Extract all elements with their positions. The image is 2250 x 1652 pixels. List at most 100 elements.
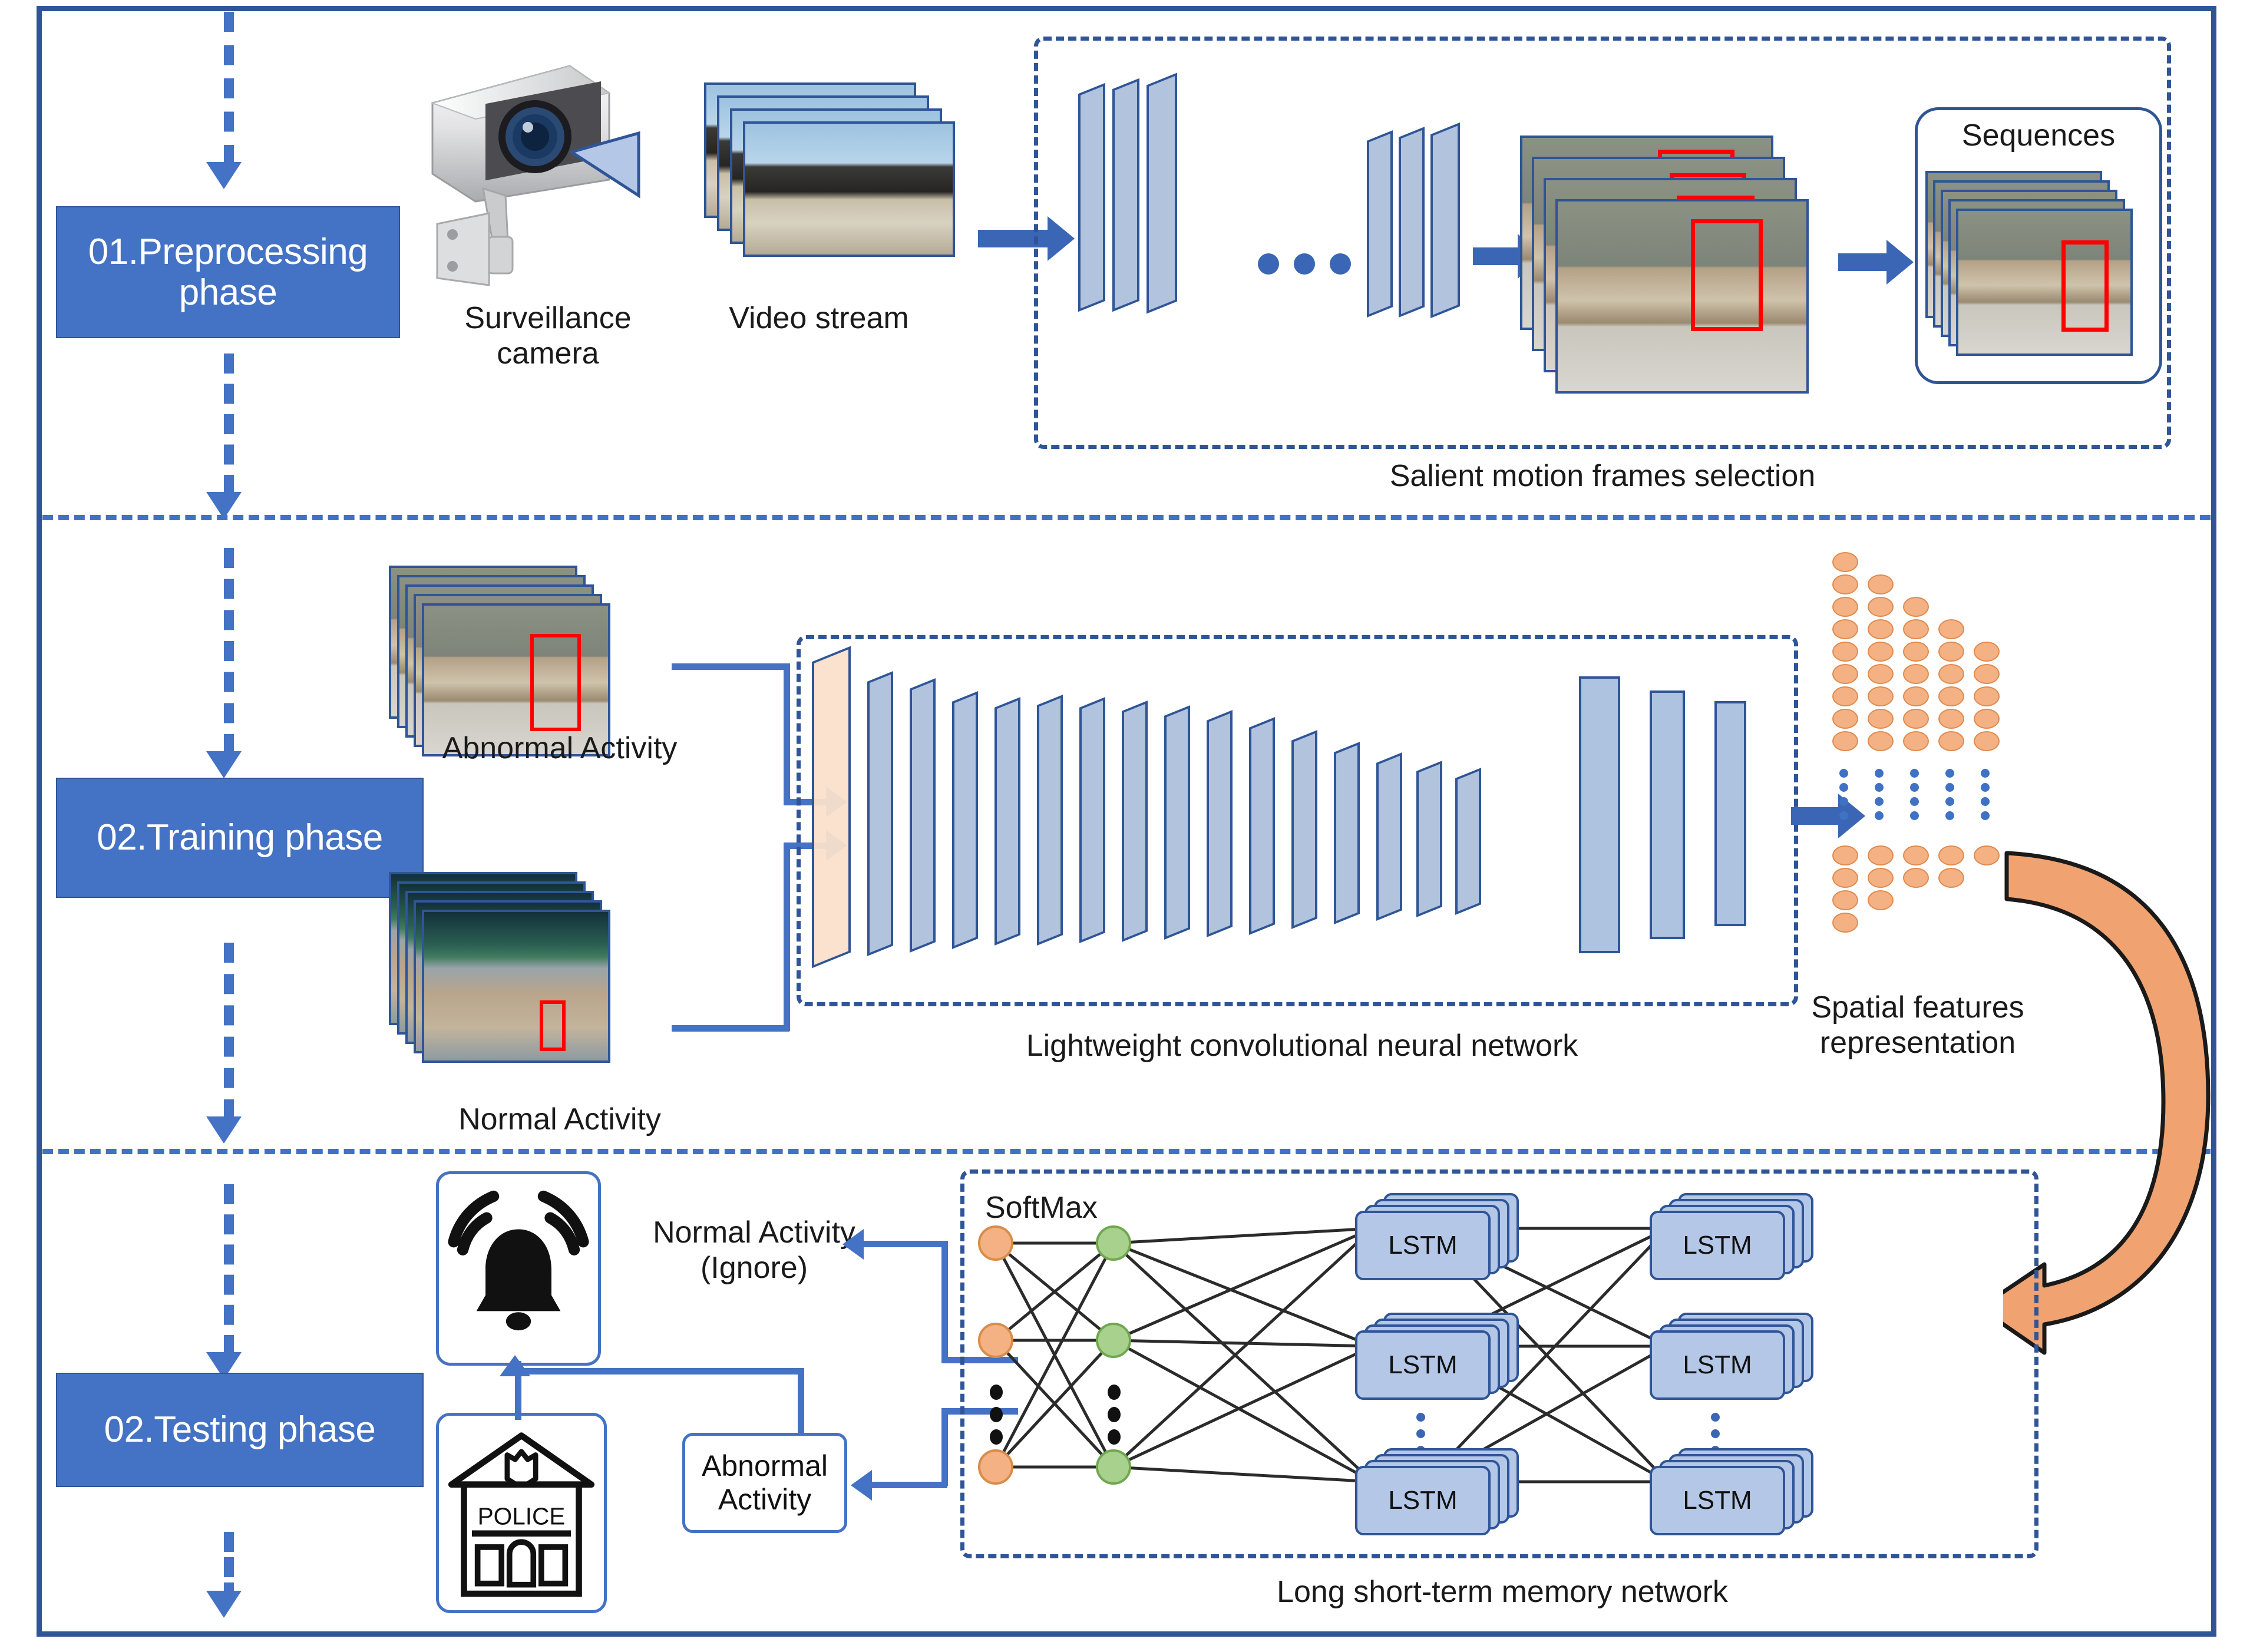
lstm-block-c1-r2[interactable]: LSTM [1355,1313,1532,1407]
feature-oval [1832,619,1858,639]
softmax-input-ellipsis-1 [990,1385,1003,1400]
ellipsis-dot-1 [1258,253,1279,275]
feature-oval [1832,552,1858,572]
fc-bar-3 [1714,701,1746,926]
feature-oval [1868,619,1894,639]
spine-segment-top [224,12,234,165]
line-normal-decision-v [941,1241,948,1363]
feature-oval [1868,890,1894,910]
lstm-block-c1-r3[interactable]: LSTM [1355,1448,1532,1542]
softmax-input-node-1 [978,1225,1013,1261]
lstm-label: LSTM [1683,1350,1752,1379]
feature-oval [1903,709,1929,729]
feature-oval [1974,709,2000,729]
arrow-to-abnormal-decision [851,1470,872,1501]
phase-label-training: 02.Training phase [97,817,383,858]
ellipsis-dot-3 [1330,253,1351,275]
feature-ellipsis-dot [1910,797,1919,806]
feature-ellipsis-dot [1875,811,1884,820]
lstm-block-c2-r1[interactable]: LSTM [1650,1193,1826,1287]
camera-caption: Surveillance camera [464,301,632,371]
softmax-input-ellipsis-3 [990,1429,1003,1445]
lstm-block-c2-r3[interactable]: LSTM [1650,1448,1826,1542]
feature-ellipsis-dot [1910,811,1919,820]
softmax-input-node-3 [978,1449,1013,1485]
feature-oval [1903,619,1929,639]
feature-oval [1974,686,2000,706]
feature-oval [1832,574,1858,594]
phase-label-testing: 02.Testing phase [104,1409,376,1451]
police-station-icon: POLICE [436,1413,607,1613]
feature-oval [1832,731,1858,751]
phase-box-training[interactable]: 02.Training phase [56,778,424,898]
softmax-hidden-ellipsis-2 [1108,1407,1121,1422]
lstm-label: LSTM [1388,1231,1458,1260]
feature-oval [1832,709,1858,729]
feature-ellipsis-dot [1839,769,1848,778]
feature-oval [1903,686,1929,706]
arrow-to-normal-decision [842,1229,864,1260]
lstm-label: LSTM [1683,1231,1752,1260]
feature-oval [1868,664,1894,684]
feature-oval [1832,664,1858,684]
feature-oval [1938,619,1964,639]
lstm-block-c1-r1[interactable]: LSTM [1355,1193,1532,1287]
sequences-label: Sequences [1961,118,2116,153]
feature-ellipsis-dot [1839,797,1848,806]
abnormal-activity-frames [389,566,719,813]
feature-oval [1832,913,1858,933]
feature-oval [1903,868,1929,888]
feature-oval [1938,845,1964,865]
phase-box-testing[interactable]: 02.Testing phase [56,1373,424,1487]
arrow-detection-to-sequences [1838,240,1914,285]
feature-oval [1868,597,1894,617]
feature-oval [1868,642,1894,662]
phase-box-preprocessing[interactable]: 01.Preprocessing phase [56,206,400,338]
feature-oval [1832,597,1858,617]
normal-activity-frames [389,872,719,1119]
fc-bar-1 [1579,676,1620,953]
arrow-into-alarm [500,1355,530,1376]
feature-oval [1938,686,1964,706]
architecture-diagram: 01.Preprocessing phase 02.Training phase… [0,0,2250,1652]
feature-oval [1868,574,1894,594]
feature-oval [1938,868,1964,888]
detected-frames-icon [1520,136,1850,394]
lstm-block-c2-r2[interactable]: LSTM [1650,1313,1826,1407]
lstm-label: LSTM [1388,1350,1458,1379]
feature-oval [1938,664,1964,684]
surveillance-camera-icon [419,47,673,295]
feature-oval [1868,709,1894,729]
ellipsis-dot-2 [1294,253,1315,275]
spine-arrow-2 [206,751,242,778]
feature-ellipsis-dot [1839,783,1848,792]
feature-oval [1868,731,1894,751]
softmax-hidden-node-3 [1096,1449,1131,1485]
softmax-hidden-node-1 [1096,1225,1131,1261]
abnormal-decision-label: Abnormal Activity [702,1449,828,1516]
spine-segment-2 [224,548,234,754]
feature-oval [1974,731,2000,751]
feature-oval [1938,731,1964,751]
feature-ellipsis-dot [1945,769,1954,778]
line-into-alarm-h [515,1368,804,1375]
feature-oval [1832,642,1858,662]
divider-preprocessing-training [42,515,2211,520]
feature-oval [1974,664,2000,684]
feature-oval [1868,868,1894,888]
feature-ellipsis-dot [1981,783,1990,792]
feature-ellipsis-dot [1910,769,1919,778]
feature-oval [1903,845,1929,865]
features-to-lstm-curved-arrow [2003,842,2250,1361]
police-sign-text: POLICE [478,1502,566,1529]
arrow-cnn-to-detection [1473,234,1545,279]
abnormal-decision-box[interactable]: Abnormal Activity [682,1433,847,1533]
spine-segment-4 [224,1184,234,1355]
line-abnormal-h [672,663,789,670]
feature-oval [1868,845,1894,865]
divider-training-testing [42,1149,2211,1154]
line-abnormal-v [784,663,790,805]
lstm-col2-ellipsis-1 [1711,1413,1720,1422]
normal-activity-label: Normal Activity [458,1102,661,1136]
abnormal-activity-label: Abnormal Activity [442,731,678,765]
